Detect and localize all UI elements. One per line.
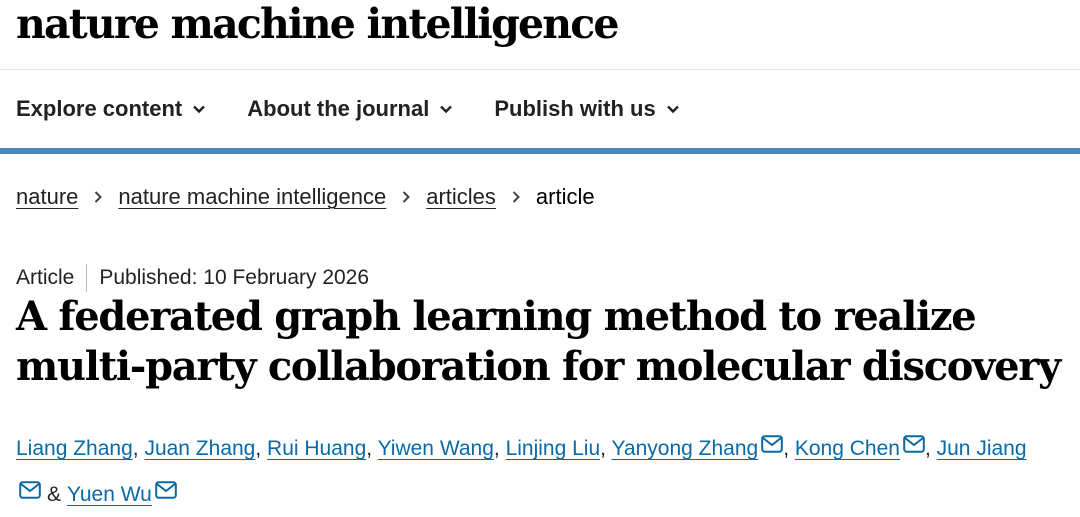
breadcrumb-current: article xyxy=(535,184,595,209)
mail-icon[interactable] xyxy=(761,425,783,453)
author-link[interactable]: Yiwen Wang xyxy=(378,437,494,460)
author-link[interactable]: Liang Zhang xyxy=(16,437,133,460)
chevron-right-icon xyxy=(403,191,411,203)
author-separator: & xyxy=(47,483,62,506)
article-title: A federated graph learning method to rea… xyxy=(16,293,1061,390)
author-link[interactable]: Linjing Liu xyxy=(506,437,601,460)
site-header: nature machine intelligence xyxy=(0,0,1080,70)
breadcrumb-link-journal[interactable]: nature machine intelligence xyxy=(118,184,386,210)
author-link[interactable]: Yanyong Zhang xyxy=(611,437,758,460)
nav-label: Explore content xyxy=(16,96,183,121)
nav-about-journal[interactable]: About the journal xyxy=(247,96,454,122)
chevron-down-icon xyxy=(193,105,206,114)
breadcrumb: nature nature machine intelligence artic… xyxy=(16,184,595,210)
nav-publish-with-us[interactable]: Publish with us xyxy=(494,96,680,122)
mail-icon[interactable] xyxy=(19,471,41,499)
journal-logo[interactable]: nature machine intelligence xyxy=(16,0,1080,45)
mail-icon[interactable] xyxy=(155,471,177,499)
article-type: Article xyxy=(16,266,75,289)
author-link[interactable]: Jun Jiang xyxy=(937,437,1027,460)
author-separator: , xyxy=(366,437,378,460)
author-separator: , xyxy=(132,437,145,460)
author-list: Liang Zhang, Juan Zhang, Rui Huang, Yiwe… xyxy=(16,425,1078,517)
nav-label: About the journal xyxy=(247,96,430,121)
chevron-right-icon xyxy=(512,191,520,203)
article-meta: Article Published: 10 February 2026 xyxy=(16,264,369,292)
author-link[interactable]: Rui Huang xyxy=(267,437,366,460)
author-separator: , xyxy=(783,437,795,460)
mail-icon[interactable] xyxy=(903,425,925,453)
author-link[interactable]: Juan Zhang xyxy=(144,437,255,460)
chevron-down-icon xyxy=(666,105,679,114)
author-separator: , xyxy=(600,437,612,460)
author-link[interactable]: Kong Chen xyxy=(795,437,900,460)
published-date: Published: 10 February 2026 xyxy=(99,266,370,289)
author-separator: , xyxy=(924,437,937,460)
nav-label: Publish with us xyxy=(494,96,656,121)
main-nav: Explore content About the journal Publis… xyxy=(0,70,1080,154)
chevron-down-icon xyxy=(440,105,453,114)
breadcrumb-link-articles[interactable]: articles xyxy=(426,184,496,210)
author-separator: , xyxy=(493,437,506,460)
meta-divider xyxy=(86,264,88,292)
nav-explore-content[interactable]: Explore content xyxy=(16,96,207,122)
author-link[interactable]: Yuen Wu xyxy=(67,483,152,506)
chevron-right-icon xyxy=(95,191,103,203)
breadcrumb-link-nature[interactable]: nature xyxy=(16,184,78,210)
author-separator: , xyxy=(255,437,268,460)
